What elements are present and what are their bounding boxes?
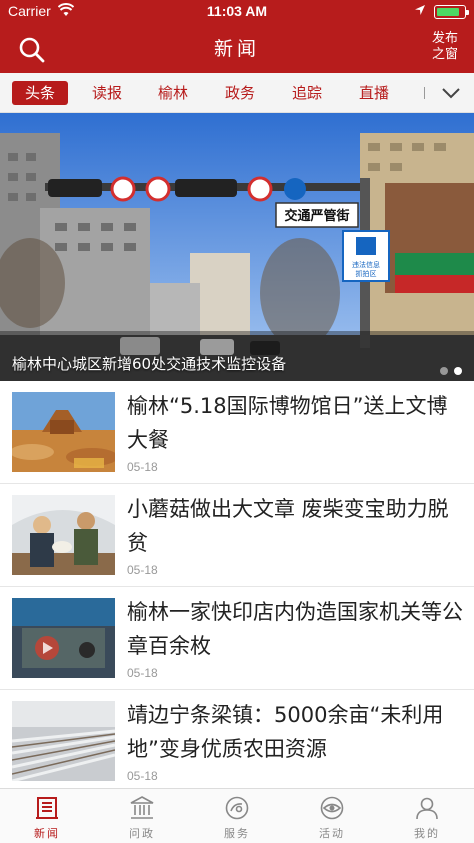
news-thumbnail-seals (12, 598, 115, 678)
publish-label-line1: 发布 (431, 31, 458, 46)
hero-banner[interactable]: 交通严管街 违法信息 抓拍区 榆林中心城区新增60处交通技术监控设备 (0, 113, 474, 381)
top-bar: Carrier 11:03 AM 新闻 发布 之窗 (0, 0, 474, 73)
hero-street-image: 交通严管街 违法信息 抓拍区 (0, 113, 474, 381)
tabbar-service[interactable]: 服务 (190, 795, 284, 841)
newspaper-icon (36, 797, 58, 819)
news-thumbnail-farmland (12, 701, 115, 781)
news-item[interactable]: 榆林一家快印店内伪造国家机关等公章百余枚 05-18 (0, 587, 474, 690)
service-icon (225, 796, 249, 820)
chevron-down-icon[interactable] (440, 85, 462, 101)
news-thumbnail-museum (12, 392, 115, 472)
page-title: 新闻 (213, 38, 260, 60)
tabbar-label: 新闻 (34, 827, 60, 840)
news-thumbnail-mushroom (12, 495, 115, 575)
tab-newspaper[interactable]: 读报 (79, 81, 135, 105)
tabbar-label: 活动 (319, 827, 345, 840)
carousel-dot-active[interactable] (454, 367, 462, 375)
tabbar-profile[interactable]: 我的 (380, 795, 474, 841)
tab-yulin[interactable]: 榆林 (145, 81, 201, 105)
camera-sign-line2: 抓拍区 (356, 269, 377, 278)
news-item[interactable]: 靖边宁条梁镇：5000余亩“未利用地”变身优质农田资源 05-18 (0, 690, 474, 793)
news-title: 小蘑菇做出大文章 废柴变宝助力脱贫 (127, 497, 449, 555)
news-item[interactable]: 小蘑菇做出大文章 废柴变宝助力脱贫 05-18 (0, 484, 474, 587)
tabbar-label: 我的 (414, 827, 440, 840)
street-sign-text: 交通严管街 (284, 208, 349, 224)
profile-icon (416, 797, 438, 820)
publish-label-line2: 之窗 (431, 47, 458, 62)
location-arrow-icon (415, 5, 425, 15)
news-title: 靖边宁条梁镇：5000余亩“未利用地”变身优质农田资源 (127, 703, 444, 761)
camera-sign-line1: 违法信息 (352, 260, 380, 269)
news-list: 榆林“5.18国际博物馆日”送上文博大餐 05-18 小蘑菇做出大文章 废柴变宝… (0, 381, 474, 793)
news-item[interactable]: 榆林“5.18国际博物馆日”送上文博大餐 05-18 (0, 381, 474, 484)
government-icon (130, 796, 154, 819)
carousel-dot[interactable] (440, 367, 448, 375)
news-date: 05-18 (127, 460, 158, 474)
bottom-tab-bar: 新闻 问政 服务 活动 我的 (0, 788, 474, 843)
tabbar-activity[interactable]: 活动 (285, 795, 379, 841)
tab-headlines[interactable]: 头条 (12, 81, 68, 105)
news-date: 05-18 (127, 666, 158, 680)
tab-tracking[interactable]: 追踪 (279, 81, 335, 105)
status-bar: Carrier 11:03 AM (0, 0, 474, 24)
tab-divider (424, 83, 426, 103)
status-time: 11:03 AM (206, 3, 268, 19)
category-tabs: 头条 读报 榆林 政务 追踪 直播 (0, 73, 474, 113)
tabbar-label: 问政 (129, 827, 155, 840)
publish-window-button[interactable]: 发布 之窗 (428, 31, 462, 63)
activity-icon (320, 796, 344, 820)
news-title: 榆林“5.18国际博物馆日”送上文博大餐 (127, 394, 448, 452)
tab-government[interactable]: 政务 (212, 81, 268, 105)
tabbar-news[interactable]: 新闻 (0, 795, 94, 841)
tabbar-inquiry[interactable]: 问政 (95, 795, 189, 841)
news-date: 05-18 (127, 769, 158, 783)
news-title: 榆林一家快印店内伪造国家机关等公章百余枚 (127, 600, 463, 658)
carousel-indicator (434, 360, 462, 379)
hero-caption: 榆林中心城区新增60处交通技术监控设备 (12, 355, 287, 373)
battery-icon (434, 5, 469, 19)
tab-live[interactable]: 直播 (346, 81, 402, 105)
news-date: 05-18 (127, 563, 158, 577)
tabbar-label: 服务 (224, 827, 250, 840)
